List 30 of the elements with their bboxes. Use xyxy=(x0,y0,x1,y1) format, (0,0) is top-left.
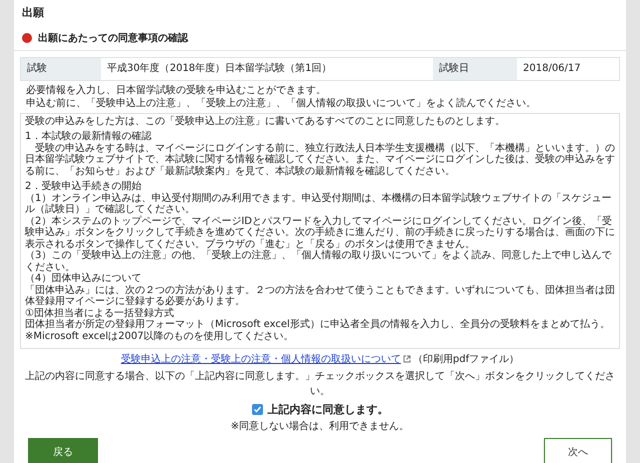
next-button[interactable]: 次へ xyxy=(544,438,612,463)
terms-text: 団体担当者が所定の登録用フォーマット（Microsoft excel形式）に申込者全員の情報を入力し、全員分の受験料をまとめて払う。 xyxy=(25,319,611,330)
table-cell-text: 平成30年度（2018年度）日本留学試験（第1回） xyxy=(106,62,333,76)
instruction-text: 上記の内容に同意する場合、以下の「上記内容に同意します。」チェックボックスを選択して「次へ」ボタンをクリックしてください。 xyxy=(24,370,616,398)
terms-text: （1）オンライン申込みは、申込受付期間のみ利用できます。申込受付期間は、本機構の日本留学試験ウェブサイトの「スケジュール（試験日）」で確認してください。 xyxy=(25,192,612,216)
back-button[interactable]: 戻る xyxy=(28,438,98,463)
agree-checkbox[interactable] xyxy=(252,404,262,416)
agree-note: ※同意しない場合は、利用できません。 xyxy=(230,420,410,434)
pdf-link[interactable]: 受験申込上の注意・受験上の注意・個人情報の取扱いについて xyxy=(120,352,401,366)
page-title: 出願 xyxy=(21,5,45,21)
terms-text: （4）団体申込みについて xyxy=(25,273,142,284)
table-header: 試験日 xyxy=(433,58,517,80)
table-cell-text: 2018/06/17 xyxy=(522,62,582,76)
external-link-icon xyxy=(402,355,411,363)
pdf-note: （印刷用pdfファイル） xyxy=(412,352,520,366)
table-header: 試験 xyxy=(21,58,101,80)
terms-text: （2）本システムのトップページで、マイページIDとパスワードを入力してマイページにログインしてください。ログイン後、「受験申込み」ボタンをクリックして手続きを進めてください。次の手続きに進んだり、前の手続きに戻ったりする場合は、画面の下に表示されるボタンで操作してください。ブラウザの「進む」と「戻る」のボタンは使用できません。 xyxy=(25,216,615,250)
terms-text: 「団体申込み」には、次の２つの方法があります。２つの方法を合わせて使うこともできます。いずれについても、団体担当者は団体登録用マイページに登録する必要があります。 xyxy=(25,284,615,308)
terms-text: ※Microsoft excelは2007以降のものを使用してください。 xyxy=(25,330,295,342)
intro-text: 申込む前に、「受験申込上の注意」、「受験上の注意」、「個人情報の取扱いについて」をよく読んでください。 xyxy=(26,96,537,110)
terms-text: （3）この「受験申込上の注意」の他、「受験上の注意」、「個人情報の取り扱いについて」をよく読み、同意した上で申し込んでください。 xyxy=(25,250,612,272)
bullet-icon xyxy=(22,33,32,43)
agree-label: 上記内容に同意します。 xyxy=(268,402,388,418)
terms-text: 受験の申込みをした方は、この「受験申込上の注意」に書いてあるすべてのことに同意したものとします。 xyxy=(25,116,506,127)
terms-heading: 1．本試験の最新情報の確認 xyxy=(25,131,152,142)
terms-text: 受験の申込みをする時は、マイページにログインする前に、独立行政法人日本学生支援機構（以下、「本機構」といいます。）の日本留学試験ウェブサイトで、本試験に関する情報を確認してください。また、マイページにログインした後は、受験の申込みをする前に、「お知らせ」および「最新試験案内」を見て、本試験の最新情報を確認してください。 xyxy=(25,142,615,177)
section-title: 出願にあたっての同意事項の確認 xyxy=(38,32,188,46)
intro-text: 必要情報を入力し、日本留学試験の受験を申込むことができます。 xyxy=(26,84,327,96)
terms-text: ①団体担当者による一括登録方式 xyxy=(25,308,175,318)
terms-heading: 2．受験申込手続きの開始 xyxy=(25,181,142,192)
